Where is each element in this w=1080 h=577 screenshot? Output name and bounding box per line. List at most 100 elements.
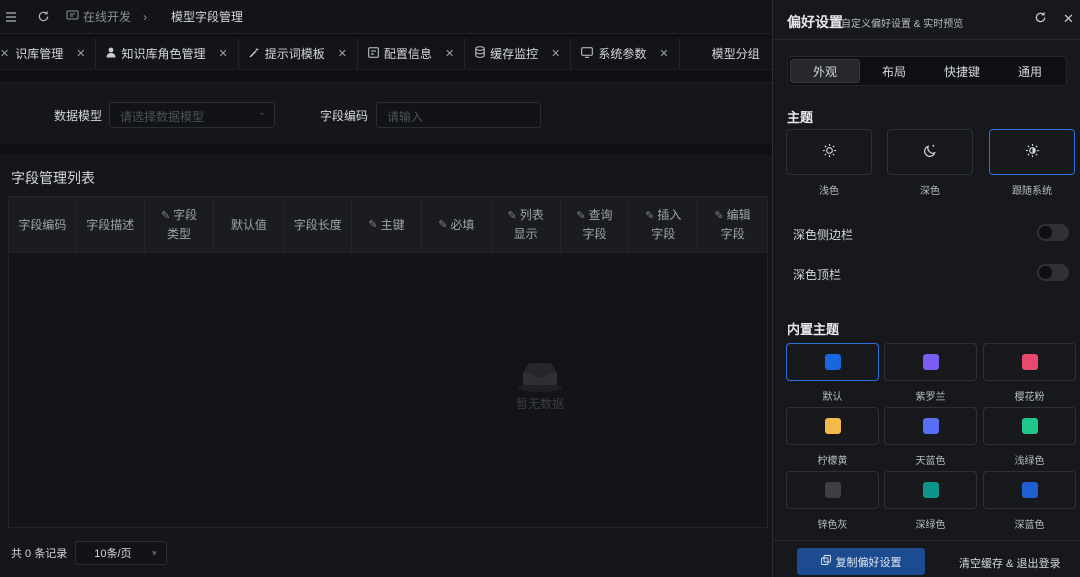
column-header[interactable]: ✎ 查询 字段: [561, 197, 630, 252]
segment-shortcuts[interactable]: 快捷键: [928, 59, 996, 83]
close-icon[interactable]: ✕: [76, 47, 85, 60]
column-header[interactable]: 字段描述: [77, 197, 145, 252]
builtin-theme-violet[interactable]: [884, 343, 977, 381]
close-icon[interactable]: ✕: [659, 47, 668, 60]
dark-sidebar-toggle[interactable]: [1037, 224, 1069, 241]
close-icon[interactable]: ✕: [338, 47, 347, 60]
copy-icon: [820, 555, 831, 568]
builtin-theme-light-green[interactable]: [983, 407, 1076, 445]
field-list-panel: 字段管理列表 字段编码 字段描述 ✎ 字段 类型 默认值 字段长度 ✎ 主键 ✎ 必填 …: [0, 154, 772, 577]
edit-icon: ✎: [645, 210, 655, 222]
column-label: 必填: [450, 217, 475, 232]
column-header[interactable]: ✎ 编辑 字段: [698, 197, 767, 252]
segment-label: 布局: [881, 64, 906, 79]
toggle-knob: [1039, 266, 1052, 279]
builtin-theme-default[interactable]: [786, 343, 879, 381]
tab-system-params[interactable]: 系统参数 ✕: [571, 38, 680, 69]
column-header[interactable]: ✎ 列表 显示: [492, 197, 561, 252]
color-swatch: [1021, 482, 1038, 498]
code-input[interactable]: 请输入: [376, 102, 541, 128]
column-label: 列表: [519, 208, 544, 222]
theme-auto-card[interactable]: [989, 129, 1075, 175]
builtin-theme-label: 浅绿色: [1014, 456, 1045, 467]
color-swatch: [824, 418, 841, 434]
copy-preferences-button[interactable]: 复制偏好设置: [797, 548, 925, 575]
tab-prompt-template[interactable]: 提示词模板 ✕: [239, 38, 358, 69]
theme-dark-card[interactable]: [887, 129, 973, 175]
segment-general[interactable]: 通用: [996, 59, 1064, 83]
tab-config-info[interactable]: 配置信息 ✕: [358, 38, 466, 69]
builtin-theme-label: 深绿色: [915, 520, 946, 531]
column-header[interactable]: ✎ 必填: [422, 197, 492, 252]
segment-appearance[interactable]: 外观: [790, 59, 860, 83]
menu-icon[interactable]: [4, 10, 18, 24]
breadcrumb-folder-icon: [66, 9, 79, 24]
tab-cache-monitor[interactable]: 缓存监控 ✕: [465, 38, 572, 69]
page-size-value: 10条/页: [94, 548, 132, 560]
tab-label: 配置信息: [383, 47, 432, 61]
tab-label: 识库管理: [15, 47, 64, 61]
tab-knowledge-role[interactable]: 知识库角色管理 ✕: [96, 38, 239, 69]
drawer-subtitle: 自定义偏好设置 & 实时预览: [841, 19, 964, 30]
color-swatch: [824, 482, 841, 498]
column-label-line2: 字段: [582, 227, 607, 241]
builtin-theme-label: 柠檬黄: [817, 456, 848, 467]
dark-header-toggle[interactable]: [1037, 264, 1069, 281]
builtin-theme-deep-blue[interactable]: [983, 471, 1076, 509]
column-label: 字段编码: [18, 217, 67, 232]
column-label-line2: 字段: [720, 227, 745, 241]
dark-header-label: 深色顶栏: [793, 268, 842, 282]
tab-label: 模型分组: [711, 47, 760, 61]
builtin-theme-pink[interactable]: [983, 343, 1076, 381]
copy-preferences-label: 复制偏好设置: [835, 556, 902, 569]
tab-knowledge-base[interactable]: 识库管理 ✕: [11, 38, 97, 69]
theme-light-label: 浅色: [819, 186, 839, 197]
breadcrumb-separator-icon: ›: [143, 9, 148, 24]
table-header: 字段编码 字段描述 ✎ 字段 类型 默认值 字段长度 ✎ 主键 ✎ 必填 ✎ 列表 显示 ✎…: [9, 197, 767, 253]
column-label-line2: 显示: [513, 227, 538, 241]
settings-segment: 外观 布局 快捷键 通用: [787, 56, 1067, 86]
close-icon[interactable]: ✕: [551, 47, 560, 60]
empty-inbox-icon: [500, 359, 580, 393]
close-icon[interactable]: ✕: [445, 47, 454, 60]
tabs-scroll-left-icon[interactable]: ✕: [0, 47, 11, 60]
refresh-icon[interactable]: [36, 10, 50, 24]
tab-model-group[interactable]: 模型分组: [680, 38, 770, 69]
theme-auto-label: 跟随系统: [1012, 186, 1052, 197]
column-header[interactable]: ✎ 字段 类型: [145, 197, 215, 252]
column-header[interactable]: 默认值: [214, 197, 285, 252]
reset-icon[interactable]: [1034, 11, 1047, 27]
breadcrumb: 在线开发 ›: [66, 8, 147, 25]
column-header[interactable]: 字段编码: [9, 197, 77, 252]
code-input-placeholder: 请输入: [387, 110, 424, 124]
edit-icon: ✎: [368, 218, 378, 231]
builtin-theme-deep-green[interactable]: [884, 471, 977, 509]
config-icon: [368, 46, 379, 61]
theme-light-card[interactable]: [786, 129, 872, 175]
column-header[interactable]: 字段长度: [284, 197, 353, 252]
column-label: 编辑: [726, 208, 751, 222]
color-swatch: [824, 354, 841, 370]
breadcrumb-parent[interactable]: 在线开发: [83, 8, 131, 25]
page-size-select[interactable]: 10条/页 ▼: [75, 541, 168, 565]
builtin-theme-lemon[interactable]: [786, 407, 879, 445]
column-label: 插入: [657, 208, 682, 222]
column-label: 字段长度: [293, 217, 342, 232]
column-header[interactable]: ✎ 主键: [352, 197, 422, 252]
close-icon[interactable]: ✕: [1063, 11, 1074, 27]
model-select[interactable]: 请选择数据模型 ⌄: [109, 102, 275, 128]
theme-dark-label: 深色: [920, 186, 940, 197]
builtin-theme-zinc[interactable]: [786, 471, 879, 509]
preferences-drawer: 偏好设置 自定义偏好设置 & 实时预览 ✕ 外观 布局 快捷键 通用 主题 浅色…: [772, 0, 1080, 577]
magic-icon: [249, 47, 260, 61]
close-icon[interactable]: ✕: [218, 47, 227, 60]
segment-layout[interactable]: 布局: [860, 59, 928, 83]
code-filter-label: 字段编码: [320, 109, 369, 123]
segment-label: 通用: [1017, 64, 1042, 79]
clear-cache-logout-button[interactable]: 清空缓存 & 退出登录: [959, 555, 1060, 571]
toggle-knob: [1039, 226, 1052, 239]
database-icon: [475, 46, 485, 61]
column-label-line2: 字段: [651, 227, 676, 241]
column-header[interactable]: ✎ 插入字段: [629, 197, 699, 252]
builtin-theme-sky[interactable]: [884, 407, 977, 445]
